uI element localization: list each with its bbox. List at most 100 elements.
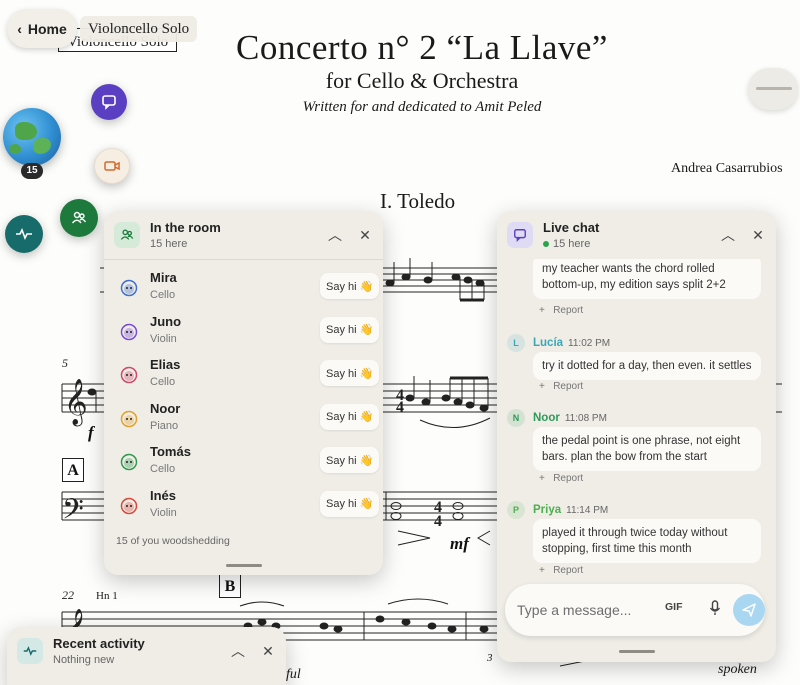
member-row: Elias Cello Say hi 👋 <box>104 356 383 399</box>
say-hi-button[interactable]: Say hi 👋 <box>320 360 380 386</box>
message-author[interactable]: Priya <box>533 504 561 516</box>
room-panel-header: In the room 15 here ︿ ✕ <box>104 211 383 259</box>
microphone-icon[interactable] <box>709 600 721 621</box>
close-icon[interactable]: ✕ <box>357 227 373 244</box>
chat-message-text: played it through twice today without st… <box>533 519 761 563</box>
user-avatar[interactable]: L <box>507 334 525 352</box>
room-button[interactable] <box>60 199 98 237</box>
activity-panel-title: Recent activity <box>53 635 145 651</box>
activity-panel-subtitle: Nothing new <box>53 653 115 666</box>
globe-count-badge: 15 <box>21 163 43 179</box>
chevron-up-icon[interactable]: ︿ <box>327 225 343 245</box>
room-footer-text: 15 of you woodshedding <box>116 535 230 547</box>
home-button[interactable]: ‹ Home <box>7 9 77 48</box>
globe-button[interactable] <box>3 108 61 166</box>
close-icon[interactable]: ✕ <box>750 227 766 244</box>
member-instrument: Cello <box>150 376 176 388</box>
member-row: Tomás Cello Say hi 👋 <box>104 443 383 486</box>
chevron-up-icon[interactable]: ︿ <box>720 225 736 245</box>
say-hi-button[interactable]: Say hi 👋 <box>320 490 380 517</box>
movement-title: I. Toledo <box>380 189 456 213</box>
member-avatar-icon <box>120 366 138 384</box>
room-panel-subtitle: 15 here <box>150 237 188 250</box>
say-hi-button[interactable]: Say hi 👋 <box>320 273 380 299</box>
chat-message-text: the pedal point is one phrase, not eight… <box>533 427 761 471</box>
member-row: Juno Violin Say hi 👋 <box>104 313 383 356</box>
video-camera-icon <box>104 161 120 171</box>
message-time: 11:02 PM <box>568 337 611 349</box>
member-row: Noor Piano Say hi 👋 <box>104 400 383 443</box>
svg-text:𝄢: 𝄢 <box>62 493 84 533</box>
room-resize-handle[interactable] <box>225 564 262 567</box>
member-name: Noor <box>150 400 181 416</box>
dynamic-forte: f <box>88 423 94 442</box>
member-name: Juno <box>150 313 182 329</box>
member-avatar-icon <box>120 279 138 297</box>
chat-panel-header: Live chat 15 here ︿ ✕ <box>497 211 776 259</box>
member-instrument: Cello <box>150 463 176 475</box>
chat-resize-handle[interactable] <box>618 650 655 653</box>
report-link[interactable]: + Report <box>539 473 583 484</box>
svg-text:𝄞: 𝄞 <box>64 379 88 427</box>
say-hi-button[interactable]: Say hi 👋 <box>320 316 380 343</box>
activity-panel-header: Recent activity Nothing new ︿ ✕ <box>7 627 286 675</box>
chat-panel: my teacher wants the chord rolled bottom… <box>497 211 776 662</box>
room-panel: In the room 15 here ︿ ✕ Mira Cello Say hi … <box>104 211 383 575</box>
message-input[interactable] <box>517 598 647 622</box>
chat-message-text: try it dotted for a day, then even. it s… <box>533 352 761 380</box>
video-button[interactable] <box>94 148 130 184</box>
member-instrument: Violin <box>150 332 177 345</box>
say-hi-button[interactable]: Say hi 👋 <box>320 403 380 430</box>
message-author[interactable]: Lucía <box>533 337 563 349</box>
close-icon[interactable]: ✕ <box>260 643 276 660</box>
rehearsal-mark-b: B <box>219 574 241 598</box>
measure-number-22: 22 <box>62 588 74 602</box>
user-avatar[interactable]: P <box>507 501 525 519</box>
member-name: Elias <box>150 357 181 372</box>
member-avatar-icon <box>120 497 138 514</box>
people-icon <box>114 222 140 248</box>
chat-message-meta: P Priya 11:14 PM <box>507 501 608 519</box>
member-avatar-icon <box>120 323 138 340</box>
chat-bubble-icon <box>507 222 533 248</box>
send-button[interactable] <box>733 594 765 626</box>
svg-text:4: 4 <box>434 513 442 530</box>
measure-number-5: 5 <box>62 356 68 370</box>
member-name: Inés <box>150 487 177 503</box>
collapse-handle-button[interactable] <box>748 68 798 110</box>
member-avatar-icon <box>120 453 138 471</box>
message-author[interactable]: Noor <box>533 412 560 424</box>
chat-message-meta: N Noor 11:08 PM <box>507 409 607 427</box>
send-icon <box>742 603 756 617</box>
member-instrument: Cello <box>150 289 176 301</box>
room-panel-title: In the room <box>150 219 221 235</box>
spoken-marking: spoken <box>718 662 757 677</box>
horn-cue: Hn 1 <box>96 590 118 602</box>
pulse-icon <box>16 228 32 240</box>
home-button-label: Home <box>27 20 67 37</box>
report-link[interactable]: + Report <box>539 565 583 576</box>
dynamic-mezzo-forte: mf <box>450 534 469 553</box>
report-link[interactable]: + Report <box>539 305 583 316</box>
member-row: Inés Violin Say hi 👋 <box>104 487 383 530</box>
member-avatar-icon <box>120 410 138 427</box>
report-link[interactable]: + Report <box>539 381 583 392</box>
user-avatar[interactable]: N <box>507 409 525 427</box>
chat-button[interactable] <box>91 84 127 120</box>
activity-panel: Recent activity Nothing new ︿ ✕ <box>7 627 286 685</box>
message-time: 11:14 PM <box>566 504 609 516</box>
chat-message-meta: L Lucía 11:02 PM <box>507 334 610 352</box>
svg-text:4: 4 <box>396 387 404 404</box>
member-instrument: Piano <box>150 419 179 432</box>
rehearsal-mark-a: A <box>62 458 84 482</box>
gif-button[interactable]: GIF <box>665 601 683 613</box>
chat-message-list[interactable]: my teacher wants the chord rolled bottom… <box>497 211 776 581</box>
say-hi-button[interactable]: Say hi 👋 <box>320 447 380 473</box>
member-name: Tomás <box>150 444 191 459</box>
member-instrument: Violin <box>150 506 177 519</box>
people-icon <box>71 211 87 224</box>
chevron-up-icon[interactable]: ︿ <box>230 641 246 661</box>
activity-button[interactable] <box>5 215 43 253</box>
piece-title-chip[interactable]: Violoncello Solo <box>80 16 198 42</box>
tuplet-number: 3 <box>487 652 493 664</box>
